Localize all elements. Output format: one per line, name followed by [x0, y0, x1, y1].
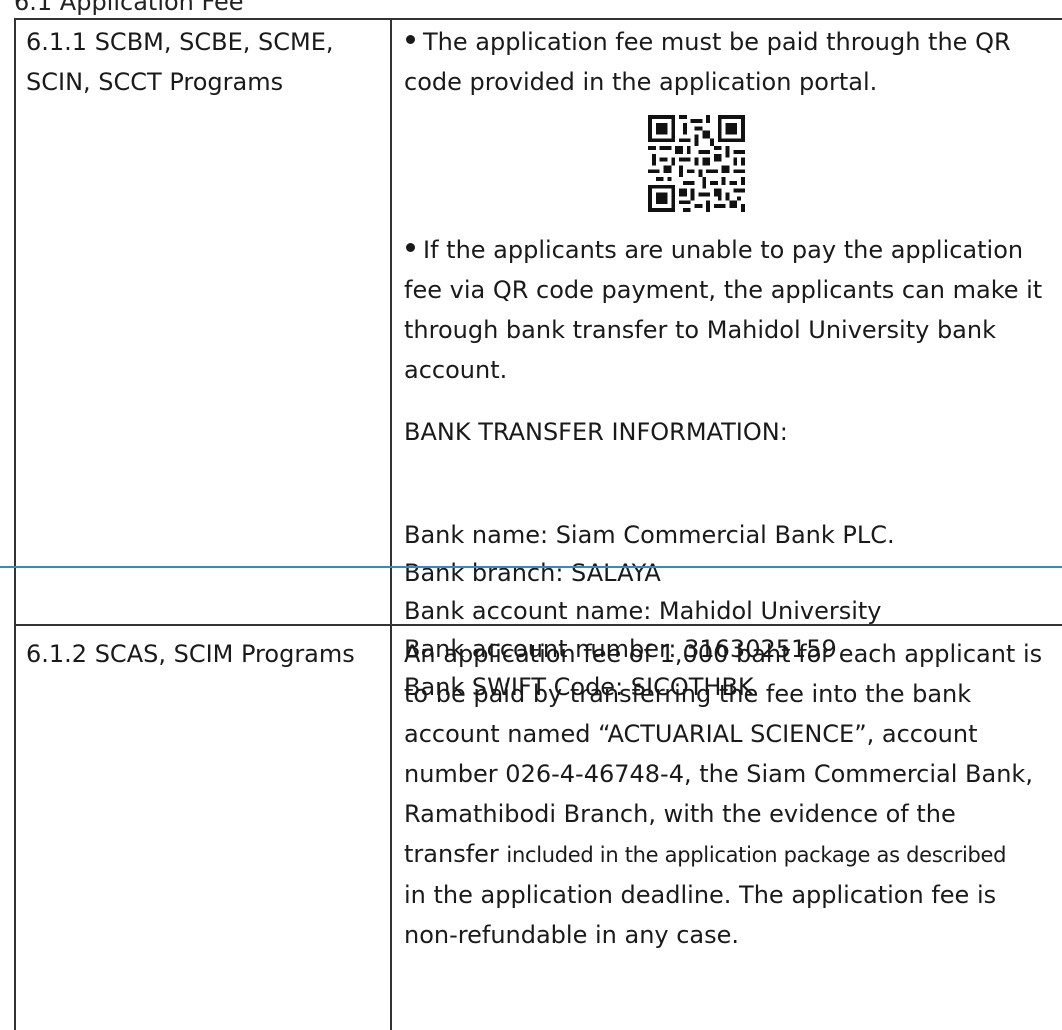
- bank-transfer-heading: BANK TRANSFER INFORMATION:: [404, 418, 788, 446]
- text-line: non-refundable in any case.: [404, 921, 740, 949]
- text-line: number 026-4-46748-4, the Siam Commercia…: [404, 760, 1033, 788]
- bank-transfer-paragraph: If the applicants are unable to pay the …: [404, 230, 1062, 390]
- text-line: in the application deadline. The applica…: [404, 881, 997, 909]
- bank-branch: Bank branch: SALAYA: [404, 559, 661, 587]
- text-line: through bank transfer to Mahidol Univers…: [404, 316, 996, 344]
- text-line: The application fee must be paid through…: [423, 28, 1011, 56]
- text-line: account.: [404, 356, 508, 384]
- application-fee-table: 6.1.1 SCBM, SCBE, SCME, SCIN, SCCT Progr…: [14, 18, 1062, 1030]
- program-line: 6.1.1 SCBM, SCBE, SCME,: [26, 28, 334, 56]
- text-fragment-condensed: included in the application package as d…: [506, 843, 1007, 867]
- section-heading-fragment: 6.1 Application Fee: [14, 0, 244, 16]
- bullet-icon: [406, 35, 415, 44]
- qr-payment-paragraph: The application fee must be paid through…: [404, 22, 1062, 102]
- page-break-line: [0, 566, 1062, 568]
- program-cell-6-1-2: 6.1.2 SCAS, SCIM Programs: [26, 640, 355, 668]
- text-fragment: transfer: [404, 840, 499, 868]
- text-line: code provided in the application portal.: [404, 68, 878, 96]
- column-divider: [390, 20, 392, 1030]
- text-line: account named “ACTUARIAL SCIENCE”, accou…: [404, 720, 978, 748]
- text-line: Ramathibodi Branch, with the evidence of…: [404, 800, 956, 828]
- fee-details-cell-6-1-1: The application fee must be paid through…: [404, 22, 1062, 102]
- text-line: If the applicants are unable to pay the …: [423, 236, 1024, 264]
- text-line: to be paid by transferring the fee into …: [404, 680, 972, 708]
- bank-account-name: Bank account name: Mahidol University: [404, 597, 882, 625]
- text-line: transfer included in the application pac…: [404, 834, 1062, 875]
- bank-name: Bank name: Siam Commercial Bank PLC.: [404, 521, 895, 549]
- text-line: An application fee of 1,000 baht for eac…: [404, 640, 1043, 668]
- bullet-icon: [406, 243, 415, 252]
- program-cell-6-1-1: 6.1.1 SCBM, SCBE, SCME, SCIN, SCCT Progr…: [26, 22, 334, 102]
- qr-code-icon: [648, 115, 745, 212]
- program-line: SCIN, SCCT Programs: [26, 68, 284, 96]
- text-line: fee via QR code payment, the applicants …: [404, 276, 1043, 304]
- fee-details-cell-6-1-2: An application fee of 1,000 baht for eac…: [404, 634, 1062, 955]
